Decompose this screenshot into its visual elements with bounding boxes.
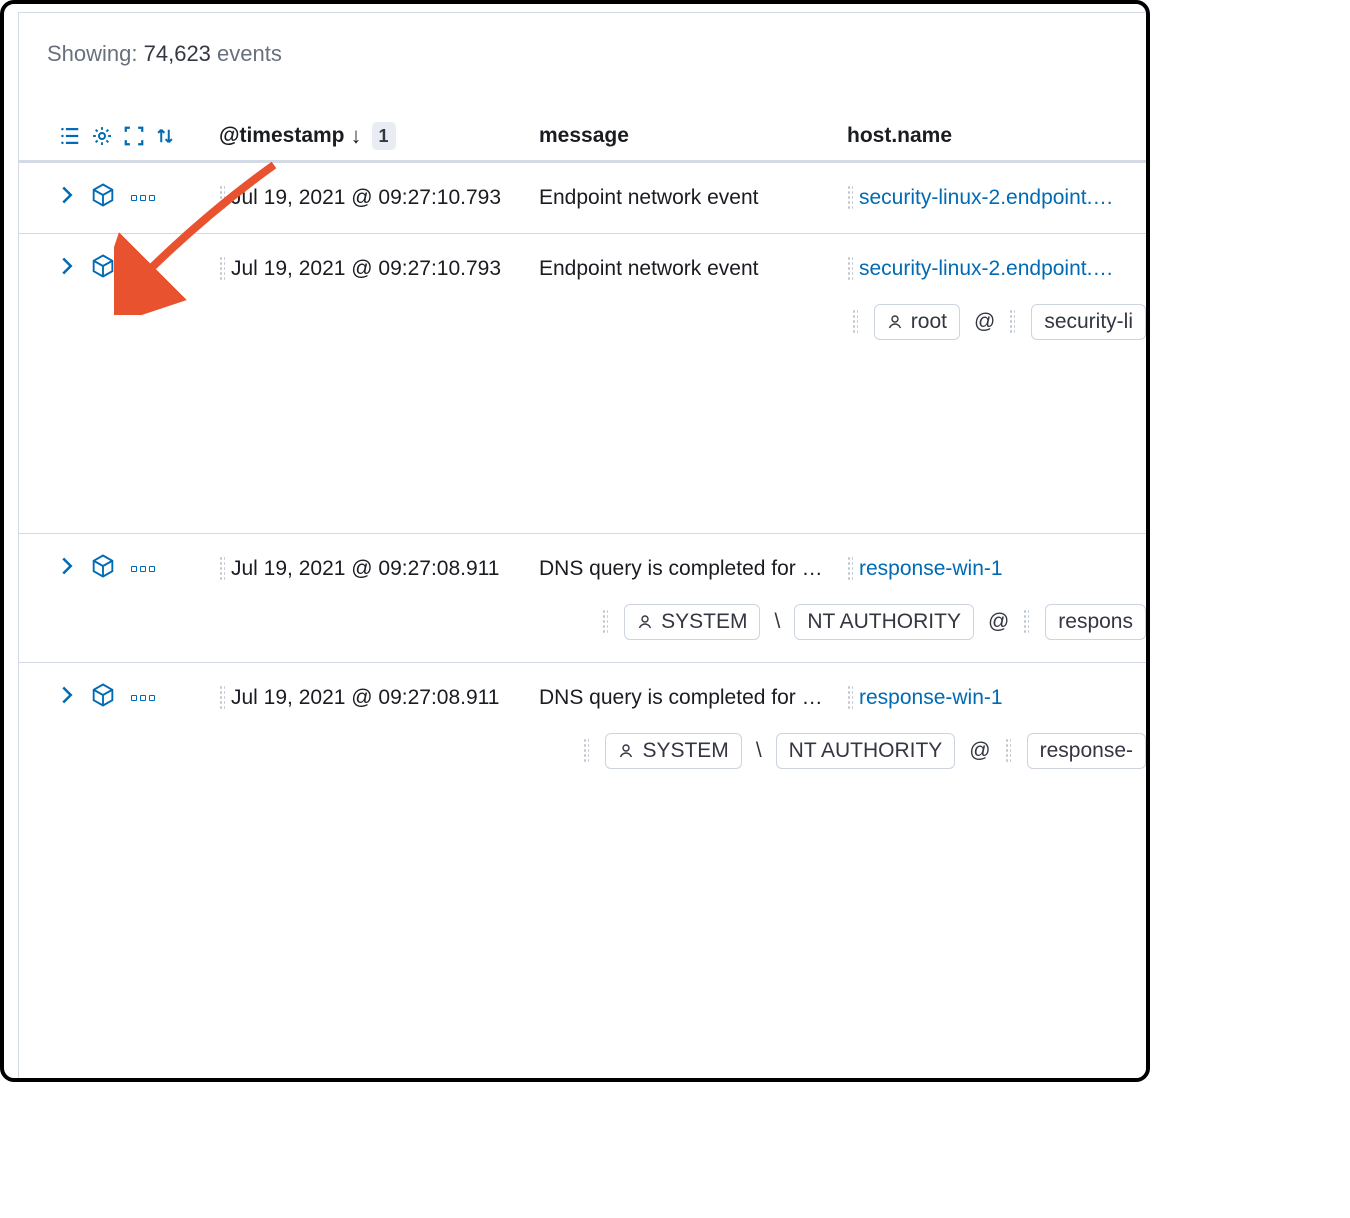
drag-handle-icon[interactable] xyxy=(847,185,853,211)
table-row: Jul 19, 2021 @ 09:27:08.911 DNS query is… xyxy=(19,662,1146,791)
table-row: Jul 19, 2021 @ 09:27:10.793 Endpoint net… xyxy=(19,162,1146,233)
analyze-event-icon[interactable] xyxy=(89,252,117,286)
at-separator: @ xyxy=(970,310,999,334)
col-header-host[interactable]: host.name xyxy=(839,124,1146,148)
host-pill-label: response- xyxy=(1040,739,1133,763)
drag-handle-icon[interactable] xyxy=(1023,609,1029,635)
header-controls xyxy=(59,125,219,147)
sort-order-badge: 1 xyxy=(372,122,396,150)
events-table: @timestamp ↓ 1 message host.name xyxy=(19,122,1146,791)
at-separator: @ xyxy=(984,610,1013,634)
expand-row-button[interactable] xyxy=(59,185,75,211)
user-pill-label: SYSTEM xyxy=(661,610,747,634)
at-separator: @ xyxy=(965,739,994,763)
more-actions-icon[interactable] xyxy=(131,195,155,201)
more-actions-icon[interactable] xyxy=(131,566,155,572)
col-timestamp-label: @timestamp xyxy=(219,124,345,148)
host-pill[interactable]: respons xyxy=(1045,604,1146,640)
screenshot-frame: Showing: 74,623 events xyxy=(0,0,1150,1082)
gear-icon[interactable] xyxy=(91,125,113,147)
expand-row-button[interactable] xyxy=(59,556,75,582)
drag-handle-icon[interactable] xyxy=(847,256,853,282)
analyze-event-icon[interactable] xyxy=(89,181,117,215)
col-header-message[interactable]: message xyxy=(539,124,839,148)
more-actions-icon[interactable] xyxy=(131,266,155,272)
table-header: @timestamp ↓ 1 message host.name xyxy=(19,122,1146,162)
drag-handle-icon[interactable] xyxy=(219,685,225,711)
summary-suffix: events xyxy=(211,41,282,66)
fullscreen-icon[interactable] xyxy=(123,125,145,147)
drag-handle-icon[interactable] xyxy=(583,738,589,764)
backslash-separator: \ xyxy=(770,610,784,634)
user-pill[interactable]: root xyxy=(874,304,960,340)
cell-message: DNS query is completed for … xyxy=(539,686,823,709)
cell-timestamp: Jul 19, 2021 @ 09:27:08.911 xyxy=(231,557,499,581)
drag-handle-icon[interactable] xyxy=(847,685,853,711)
user-pill-label: root xyxy=(911,310,947,334)
cell-message: DNS query is completed for … xyxy=(539,557,823,580)
col-message-label: message xyxy=(539,124,629,147)
more-actions-icon[interactable] xyxy=(131,695,155,701)
domain-pill-label: NT AUTHORITY xyxy=(789,739,943,763)
backslash-separator: \ xyxy=(752,739,766,763)
cell-host-link[interactable]: security-linux-2.endpoint.… xyxy=(859,186,1113,210)
cell-host-link[interactable]: response-win-1 xyxy=(859,557,1003,581)
user-pill[interactable]: SYSTEM xyxy=(624,604,760,640)
expand-row-button[interactable] xyxy=(59,256,75,282)
expand-row-button[interactable] xyxy=(59,685,75,711)
cell-host-link[interactable]: response-win-1 xyxy=(859,686,1003,710)
host-pill-label: respons xyxy=(1058,610,1133,634)
host-pill[interactable]: security-li xyxy=(1031,304,1146,340)
cell-message: Endpoint network event xyxy=(539,186,758,209)
drag-handle-icon[interactable] xyxy=(219,256,225,282)
user-pill[interactable]: SYSTEM xyxy=(605,733,741,769)
cell-timestamp: Jul 19, 2021 @ 09:27:08.911 xyxy=(231,686,499,710)
cell-timestamp: Jul 19, 2021 @ 09:27:10.793 xyxy=(231,186,501,210)
sort-desc-icon: ↓ xyxy=(351,123,362,149)
cell-timestamp: Jul 19, 2021 @ 09:27:10.793 xyxy=(231,257,501,281)
results-summary: Showing: 74,623 events xyxy=(19,13,1146,67)
table-row: Jul 19, 2021 @ 09:27:10.793 Endpoint net… xyxy=(19,233,1146,533)
user-pill-label: SYSTEM xyxy=(642,739,728,763)
drag-handle-icon[interactable] xyxy=(1009,309,1015,335)
drag-handle-icon[interactable] xyxy=(1005,738,1011,764)
host-pill-label: security-li xyxy=(1044,310,1133,334)
table-row: Jul 19, 2021 @ 09:27:08.911 DNS query is… xyxy=(19,533,1146,662)
domain-pill-label: NT AUTHORITY xyxy=(807,610,961,634)
drag-handle-icon[interactable] xyxy=(219,556,225,582)
sort-icon[interactable] xyxy=(155,125,175,147)
analyze-event-icon[interactable] xyxy=(89,552,117,586)
summary-prefix: Showing: xyxy=(47,41,144,66)
cell-host-link[interactable]: security-linux-2.endpoint.… xyxy=(859,257,1113,281)
drag-handle-icon[interactable] xyxy=(852,309,858,335)
domain-pill[interactable]: NT AUTHORITY xyxy=(776,733,956,769)
domain-pill[interactable]: NT AUTHORITY xyxy=(794,604,974,640)
drag-handle-icon[interactable] xyxy=(219,185,225,211)
col-host-label: host.name xyxy=(847,124,952,147)
analyze-event-icon[interactable] xyxy=(89,681,117,715)
drag-handle-icon[interactable] xyxy=(602,609,608,635)
drag-handle-icon[interactable] xyxy=(847,556,853,582)
col-header-timestamp[interactable]: @timestamp ↓ 1 xyxy=(219,122,539,150)
cell-message: Endpoint network event xyxy=(539,257,758,280)
list-icon[interactable] xyxy=(59,125,81,147)
events-panel: Showing: 74,623 events xyxy=(18,12,1146,1078)
host-pill[interactable]: response- xyxy=(1027,733,1146,769)
summary-count: 74,623 xyxy=(144,41,211,66)
